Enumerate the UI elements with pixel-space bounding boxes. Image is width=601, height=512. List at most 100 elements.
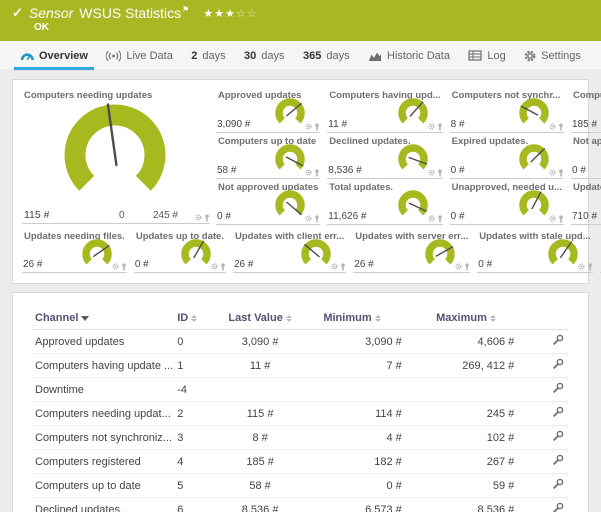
gear-icon[interactable] bbox=[195, 214, 202, 222]
pin-icon[interactable] bbox=[314, 123, 320, 131]
small-gauge-tile[interactable]: Updates needed by co... 710 # bbox=[571, 180, 601, 225]
gear-icon[interactable] bbox=[578, 263, 585, 271]
cell-channel[interactable]: Declined updates. bbox=[33, 498, 175, 512]
wrench-icon[interactable] bbox=[552, 358, 564, 370]
small-gauge-tile[interactable]: Declined updates. 8,536 # bbox=[327, 134, 442, 179]
wrench-icon[interactable] bbox=[552, 382, 564, 394]
small-gauge-tile[interactable]: Total updates. 11,626 # bbox=[327, 180, 442, 225]
wrench-icon[interactable] bbox=[552, 454, 564, 466]
cell-channel[interactable]: Computers not synchroniz... bbox=[33, 426, 175, 450]
pin-icon[interactable] bbox=[437, 215, 443, 223]
cell-channel[interactable]: Computers having update ... bbox=[33, 354, 175, 378]
bottom-gauge-row: Updates needing files. 26 # Updates up t… bbox=[22, 229, 579, 273]
col-header-actions bbox=[528, 309, 568, 330]
gear-icon[interactable] bbox=[428, 215, 435, 223]
gauge bbox=[422, 237, 458, 275]
gauge-value: 26 # bbox=[234, 259, 253, 270]
pin-icon[interactable] bbox=[437, 123, 443, 131]
tab-label: Settings bbox=[541, 50, 581, 62]
col-header-channel[interactable]: Channel bbox=[33, 309, 175, 330]
table-row: Computers having update ...111 #7 #269, … bbox=[33, 354, 568, 378]
small-gauge-tile[interactable]: Not approved updates 0 # bbox=[216, 180, 320, 225]
small-gauge-tile[interactable]: Expired updates. 0 # bbox=[450, 134, 564, 179]
gear-icon[interactable] bbox=[455, 263, 462, 271]
bottom-gauge-tile[interactable]: Updates needing files. 26 # bbox=[22, 229, 127, 273]
sort-icon bbox=[286, 315, 292, 322]
priority-stars[interactable]: ★★★☆☆ bbox=[203, 7, 257, 20]
wrench-icon[interactable] bbox=[552, 406, 564, 418]
main-gauge-tile[interactable]: Computers needing updates 115 # 0 245 # bbox=[22, 88, 210, 224]
small-gauge-tile[interactable]: Unapproved, needed u... 0 # bbox=[450, 180, 564, 225]
cell-actions bbox=[528, 330, 568, 354]
tab-365-days[interactable]: 365days bbox=[297, 41, 356, 70]
gear-icon[interactable] bbox=[549, 215, 556, 223]
pin-icon[interactable] bbox=[314, 169, 320, 177]
wrench-icon[interactable] bbox=[552, 478, 564, 490]
page-title: WSUS Statistics⚑ bbox=[79, 5, 189, 21]
gauge bbox=[178, 237, 214, 275]
cell-channel[interactable]: Approved updates bbox=[33, 330, 175, 354]
pin-icon[interactable] bbox=[220, 263, 226, 271]
pin-icon[interactable] bbox=[340, 263, 346, 271]
cell-id: -4 bbox=[175, 378, 220, 402]
cell-minimum: 6,573 # bbox=[300, 498, 416, 512]
col-header-id[interactable]: ID bbox=[175, 309, 220, 330]
tab-30-days[interactable]: 30days bbox=[238, 41, 291, 70]
col-header-last-value[interactable]: Last Value bbox=[220, 309, 300, 330]
pin-icon[interactable] bbox=[314, 215, 320, 223]
gear-icon[interactable] bbox=[305, 215, 312, 223]
tab-2-days[interactable]: 2days bbox=[185, 41, 231, 70]
overview-gauges-panel: Computers needing updates 115 # 0 245 # … bbox=[12, 79, 589, 284]
pin-icon[interactable] bbox=[558, 123, 564, 131]
gear-icon[interactable] bbox=[305, 169, 312, 177]
pin-icon[interactable] bbox=[204, 214, 210, 222]
gauge-value: 710 # bbox=[572, 211, 597, 222]
cell-channel[interactable]: Computers needing updat... bbox=[33, 402, 175, 426]
tab-live-data[interactable]: Live Data bbox=[100, 41, 178, 70]
gear-icon[interactable] bbox=[112, 263, 119, 271]
cell-channel[interactable]: Computers registered bbox=[33, 450, 175, 474]
col-header-maximum[interactable]: Maximum bbox=[416, 309, 528, 330]
tab-historic-data[interactable]: Historic Data bbox=[362, 41, 456, 70]
cell-channel[interactable]: Computers up to date bbox=[33, 474, 175, 498]
stars-empty[interactable]: ☆☆ bbox=[236, 8, 258, 20]
table-row: Declined updates.68,536 #6,573 #8,536 # bbox=[33, 498, 568, 512]
small-gauge-tile[interactable]: Computers not synchr... 8 # bbox=[450, 88, 564, 133]
bottom-gauge-tile[interactable]: Updates up to date. 0 # bbox=[134, 229, 226, 273]
tab-log[interactable]: Log bbox=[462, 41, 511, 70]
stars-filled[interactable]: ★★★ bbox=[203, 8, 236, 20]
gauge-value: 8,536 # bbox=[328, 165, 361, 176]
gear-icon[interactable] bbox=[549, 123, 556, 131]
gear-icon[interactable] bbox=[211, 263, 218, 271]
bottom-gauge-tile[interactable]: Updates with stale upd... 0 # bbox=[477, 229, 592, 273]
small-gauge-tile[interactable]: Computers registered 185 # bbox=[571, 88, 601, 133]
small-gauge-tile[interactable]: Computers having upd... 11 # bbox=[327, 88, 442, 133]
wrench-icon[interactable] bbox=[552, 430, 564, 442]
bottom-gauge-tile[interactable]: Updates with client err... 26 # bbox=[233, 229, 346, 273]
gauge bbox=[545, 237, 581, 275]
cell-channel[interactable]: Downtime bbox=[33, 378, 175, 402]
cell-last-value: 185 # bbox=[220, 450, 300, 474]
gear-icon[interactable] bbox=[331, 263, 338, 271]
pin-icon[interactable] bbox=[464, 263, 470, 271]
small-gauge-tile[interactable]: Not approved critical o... 0 # bbox=[571, 134, 601, 179]
gear-icon[interactable] bbox=[428, 169, 435, 177]
pin-icon[interactable] bbox=[558, 215, 564, 223]
small-gauge-tile[interactable]: Computers up to date 58 # bbox=[216, 134, 320, 179]
tab-settings[interactable]: Settings bbox=[518, 41, 587, 70]
col-header-minimum[interactable]: Minimum bbox=[300, 309, 416, 330]
cell-actions bbox=[528, 402, 568, 426]
pin-icon[interactable] bbox=[587, 263, 593, 271]
small-gauge-tile[interactable]: Approved updates 3,090 # bbox=[216, 88, 320, 133]
gear-icon[interactable] bbox=[305, 123, 312, 131]
pin-icon[interactable] bbox=[121, 263, 127, 271]
wrench-icon[interactable] bbox=[552, 502, 564, 512]
pin-icon[interactable] bbox=[437, 169, 443, 177]
gear-icon[interactable] bbox=[549, 169, 556, 177]
cell-minimum: 4 # bbox=[300, 426, 416, 450]
pin-icon[interactable] bbox=[558, 169, 564, 177]
wrench-icon[interactable] bbox=[552, 334, 564, 346]
bottom-gauge-tile[interactable]: Updates with server err... 26 # bbox=[353, 229, 470, 273]
gear-icon[interactable] bbox=[428, 123, 435, 131]
tab-overview[interactable]: Overview bbox=[14, 41, 94, 70]
